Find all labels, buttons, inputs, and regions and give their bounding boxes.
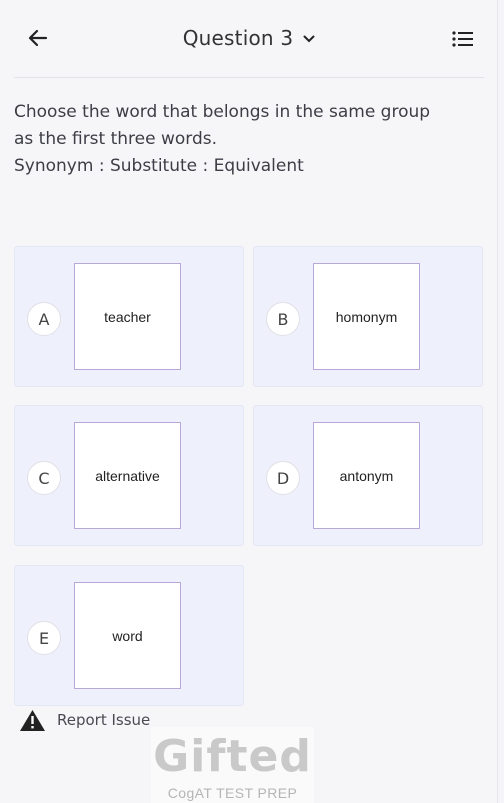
question-text-line-1: Choose the word that belongs in the same… <box>14 102 431 122</box>
option-word-card: teacher <box>74 263 181 370</box>
report-issue-link[interactable]: Report Issue <box>19 707 150 733</box>
header-bar: Question 3 <box>14 0 484 78</box>
option-letter: E <box>27 621 61 655</box>
report-issue-label: Report Issue <box>57 711 151 729</box>
list-icon <box>452 31 473 47</box>
gifted-logo: Gifted CogAT TEST PREP <box>151 727 314 803</box>
answer-option-e[interactable]: E word <box>14 565 244 706</box>
logo-brand: Gifted <box>153 731 312 782</box>
question-prompt: Choose the word that belongs in the same… <box>14 99 486 180</box>
question-text-line-2: as the first three words. <box>14 129 218 149</box>
question-list-button[interactable] <box>450 26 476 52</box>
option-letter: B <box>266 302 300 336</box>
warning-icon <box>20 709 45 731</box>
option-word-card: word <box>74 582 181 689</box>
app-screen: Question 3 Choose the word that belongs … <box>0 0 498 803</box>
page-title: Question 3 <box>182 26 294 50</box>
question-selector[interactable]: Question 3 <box>14 24 484 50</box>
answer-option-c[interactable]: C alternative <box>14 405 244 546</box>
option-letter: A <box>27 302 61 336</box>
option-letter: C <box>27 461 61 495</box>
option-word-card: homonym <box>313 263 420 370</box>
logo-tagline: CogAT TEST PREP <box>167 785 298 801</box>
question-text-line-3: Synonym : Substitute : Equivalent <box>14 156 304 176</box>
answer-option-a[interactable]: A teacher <box>14 246 244 387</box>
option-letter: D <box>266 461 300 495</box>
option-word-card: antonym <box>313 422 420 529</box>
answer-option-d[interactable]: D antonym <box>253 405 483 546</box>
answer-option-b[interactable]: B homonym <box>253 246 483 387</box>
chevron-down-icon <box>303 24 315 48</box>
option-word-card: alternative <box>74 422 181 529</box>
